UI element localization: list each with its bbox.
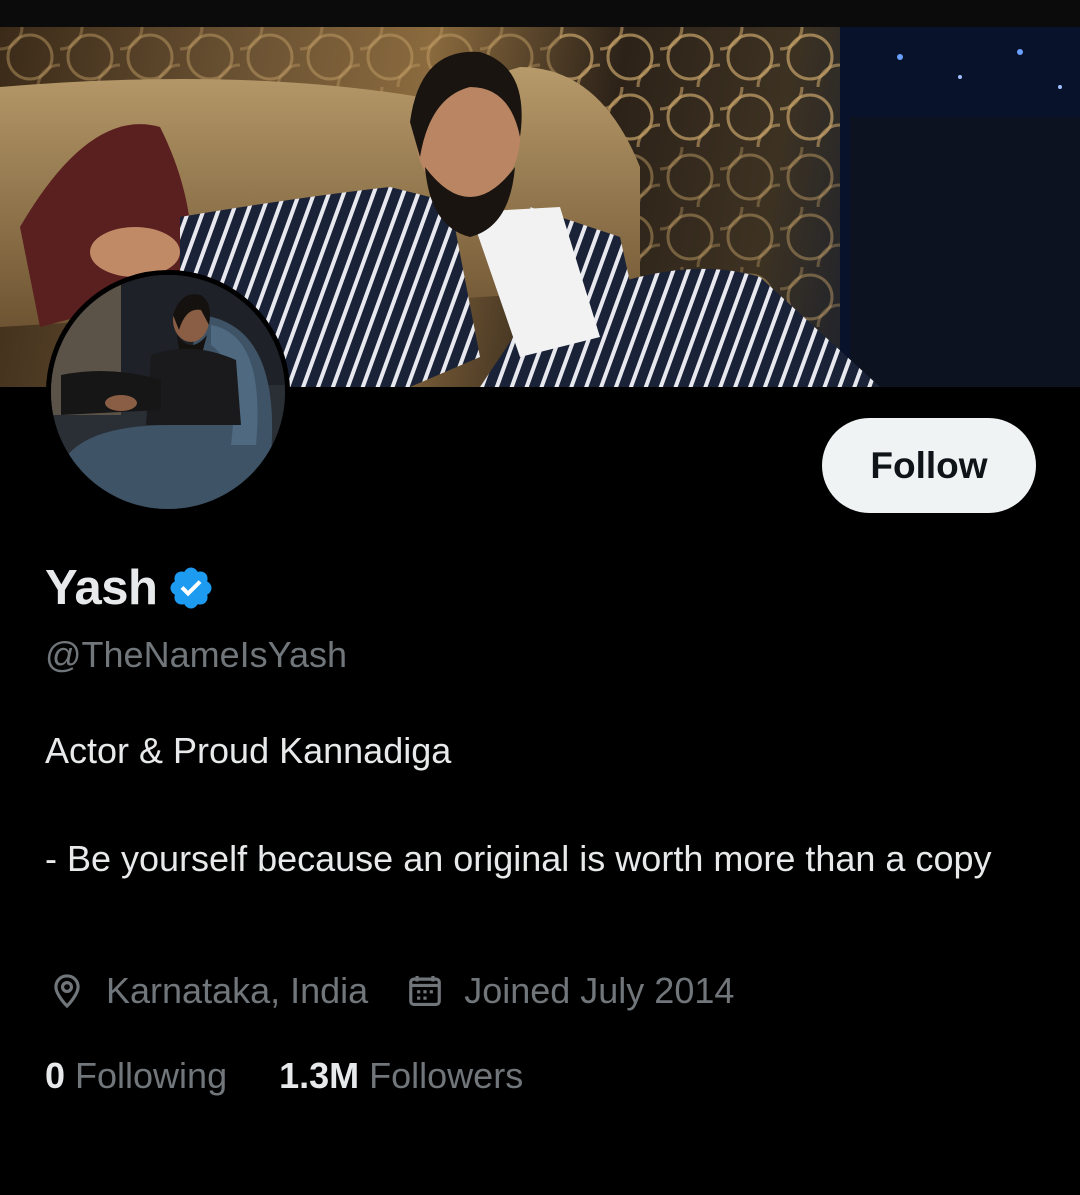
- calendar-icon: [409, 975, 442, 1007]
- display-name-row: Yash: [45, 560, 215, 616]
- profile-stats-row: 0 Following 1.3M Followers: [45, 1055, 575, 1097]
- location-text: Karnataka, India: [106, 970, 369, 1011]
- followers-label: Followers: [369, 1055, 524, 1096]
- joined-text: Joined July 2014: [464, 970, 735, 1011]
- follow-button[interactable]: Follow: [822, 418, 1036, 513]
- followers-count: 1.3M: [279, 1055, 360, 1096]
- following-label: Following: [75, 1055, 228, 1096]
- profile-meta-row: Karnataka, India Joined July 2014: [48, 970, 772, 1012]
- profile-page: Follow Yash @TheNameIsYash Actor & Proud…: [0, 0, 1080, 1195]
- bio-line-1: Actor & Proud Kannadiga: [45, 730, 452, 771]
- profile-avatar[interactable]: [46, 270, 290, 514]
- joined-item: Joined July 2014: [406, 970, 734, 1012]
- profile-handle: @TheNameIsYash: [45, 634, 347, 675]
- following-link[interactable]: 0 Following: [45, 1055, 227, 1097]
- verified-badge-icon[interactable]: [167, 564, 215, 612]
- location-item: Karnataka, India: [48, 970, 368, 1012]
- followers-link[interactable]: 1.3M Followers: [279, 1055, 523, 1097]
- bio-line-2: - Be yourself because an original is wor…: [45, 838, 992, 879]
- display-name: Yash: [45, 561, 158, 615]
- following-count: 0: [45, 1055, 66, 1096]
- status-bar-strip: [0, 0, 1080, 27]
- location-pin-icon: [54, 974, 80, 1009]
